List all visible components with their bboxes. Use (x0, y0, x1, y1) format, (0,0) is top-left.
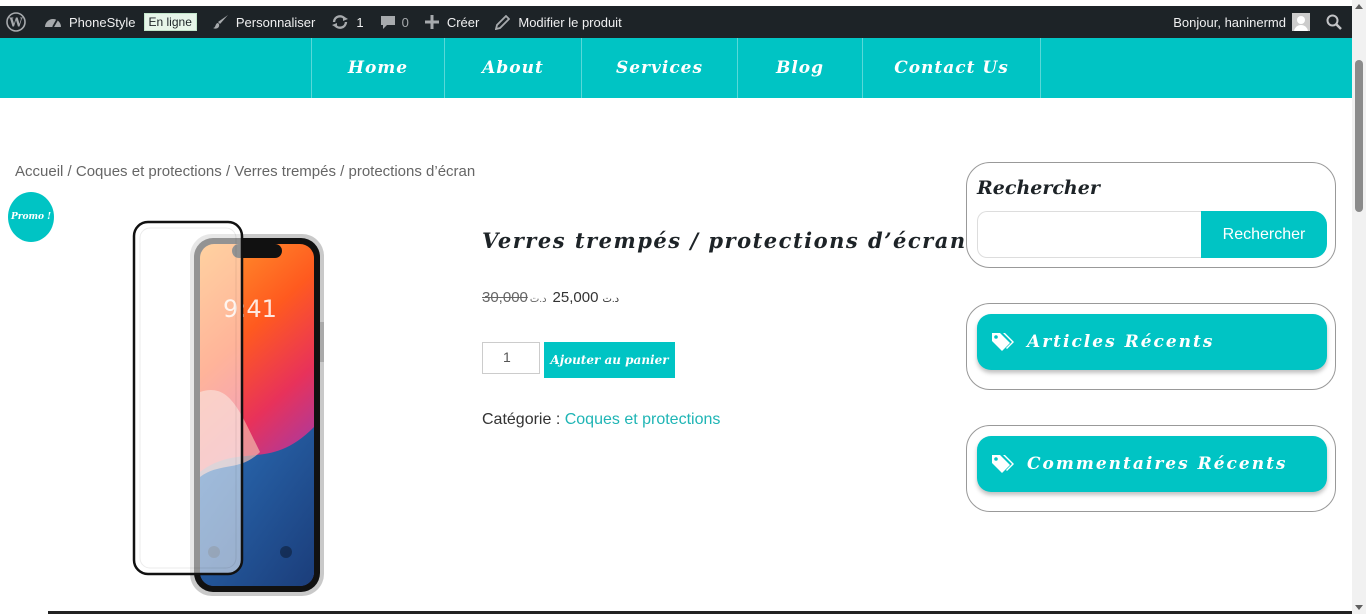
search-widget: Rechercher Rechercher (966, 162, 1336, 268)
nav-item-about[interactable]: About (445, 38, 582, 98)
search-widget-title: Rechercher (977, 177, 1100, 199)
updates-button[interactable]: 1 (323, 6, 371, 38)
breadcrumb[interactable]: Accueil / Coques et protections / Verres… (15, 163, 475, 180)
new-price-currency: د.ت (602, 294, 620, 305)
search-input[interactable] (977, 211, 1203, 258)
quantity-input[interactable]: 1 (482, 342, 540, 374)
old-price-currency: د.ت (529, 294, 547, 305)
edit-product-button[interactable]: Modifier le produit (487, 6, 629, 38)
main-navigation: Home About Services Blog Contact Us (0, 38, 1352, 98)
updates-icon (332, 15, 349, 29)
new-price: 25,000 (552, 289, 599, 306)
category-link[interactable]: Coques et protections (565, 411, 721, 428)
comments-count: 0 (401, 14, 409, 30)
comment-icon (380, 16, 395, 29)
scroll-up-arrow[interactable] (1355, 4, 1363, 9)
nav-item-contact[interactable]: Contact Us (863, 38, 1041, 98)
product-price: 30,000 د.ت 25,000 د.ت (482, 289, 619, 306)
tags-icon (992, 455, 1014, 473)
add-to-cart-button[interactable]: Ajouter au panier (544, 342, 675, 378)
status-badge: En ligne (143, 13, 197, 31)
nav-menu: Home About Services Blog Contact Us (311, 38, 1041, 98)
recent-comments-header: Commentaires Récents (977, 436, 1327, 492)
greeting: Bonjour, haninermd (1173, 14, 1286, 30)
old-price: 30,000 (482, 289, 528, 306)
wordpress-icon: W (6, 12, 26, 32)
recent-comments-widget: Commentaires Récents (966, 425, 1336, 512)
wordpress-logo-button[interactable]: W (0, 6, 36, 38)
updates-count: 1 (356, 14, 364, 30)
account-menu[interactable]: Bonjour, haninermd (1165, 6, 1318, 38)
admin-search-button[interactable] (1318, 6, 1352, 38)
search-button[interactable]: Rechercher (1201, 211, 1327, 258)
product-category: Catégorie : Coques et protections (482, 411, 720, 429)
search-icon (1326, 14, 1342, 30)
pencil-icon (495, 14, 511, 30)
nav-item-blog[interactable]: Blog (738, 38, 863, 98)
recent-comments-title: Commentaires Récents (1027, 454, 1288, 474)
site-name: PhoneStyle (69, 14, 136, 30)
scroll-thumb[interactable] (1355, 60, 1363, 212)
category-label: Catégorie : (482, 411, 561, 428)
nav-item-home[interactable]: Home (312, 38, 445, 98)
plus-icon (424, 15, 439, 29)
scroll-down-arrow[interactable] (1355, 605, 1363, 610)
site-name-menu[interactable]: PhoneStyle En ligne (36, 6, 205, 38)
dashboard-icon (45, 19, 61, 28)
edit-product-label: Modifier le produit (518, 14, 622, 30)
svg-text:W: W (8, 16, 23, 30)
product-title: Verres trempés / protections d’écran (482, 228, 967, 253)
nav-item-services[interactable]: Services (582, 38, 738, 98)
recent-posts-widget: Articles Récents (966, 303, 1336, 390)
promo-badge: Promo ! (8, 192, 54, 242)
admin-bar: W PhoneStyle En ligne Personnaliser 1 0 … (0, 6, 1352, 38)
customize-label: Personnaliser (235, 14, 316, 30)
create-menu[interactable]: Créer (417, 6, 488, 38)
brush-icon (212, 15, 228, 29)
recent-posts-header: Articles Récents (977, 314, 1327, 370)
recent-posts-title: Articles Récents (1027, 332, 1215, 352)
customize-button[interactable]: Personnaliser (205, 6, 324, 38)
create-label: Créer (446, 14, 480, 30)
tags-icon (992, 333, 1014, 351)
page-scrollbar[interactable] (1352, 0, 1366, 614)
product-image[interactable]: 9:41 (120, 212, 340, 604)
comments-button[interactable]: 0 (372, 6, 417, 38)
avatar (1292, 13, 1310, 31)
